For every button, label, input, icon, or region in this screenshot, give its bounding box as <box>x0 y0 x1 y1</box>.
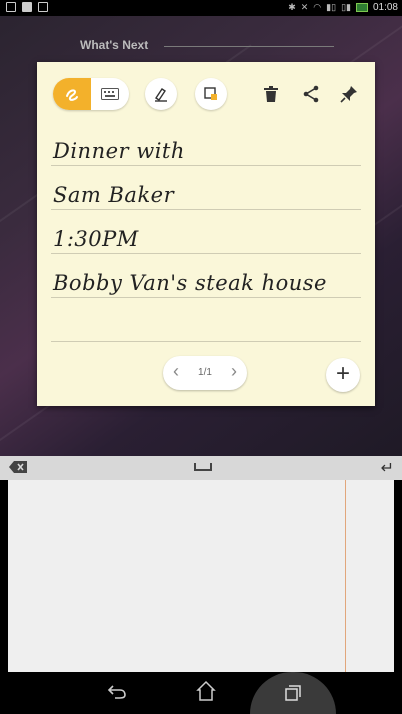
note-line: Sam Baker <box>51 166 361 210</box>
add-page-button[interactable]: + <box>326 358 360 392</box>
input-mode-toggle <box>53 78 129 110</box>
note-line: Bobby Van's steak house <box>51 254 361 298</box>
note-line <box>51 298 361 342</box>
share-button[interactable] <box>297 80 325 108</box>
color-picker-icon <box>204 87 217 100</box>
highlighter-icon <box>155 88 167 102</box>
note-line: 1:30PM <box>51 210 361 254</box>
note-line-text: Dinner with <box>53 139 185 163</box>
enter-icon: ↵ <box>380 460 394 477</box>
widget-divider <box>164 46 334 47</box>
handwriting-area-divider <box>345 480 346 672</box>
status-time: 01:08 <box>372 2 398 13</box>
pin-icon <box>340 86 357 103</box>
keyboard-icon <box>101 88 119 100</box>
bluetooth-icon: ✱ <box>288 2 296 12</box>
note-line-text: Sam Baker <box>53 183 175 207</box>
recent-apps-icon <box>285 685 301 701</box>
trash-icon <box>264 86 278 102</box>
next-page-icon[interactable]: › <box>231 361 237 382</box>
navigation-bar <box>0 672 402 714</box>
wifi-icon: ◠ <box>313 2 322 12</box>
recent-apps-button[interactable] <box>250 672 336 714</box>
note-line-text: Bobby Van's steak house <box>53 271 327 295</box>
space-key[interactable] <box>194 463 212 471</box>
system-icons: ✱ ✕ ◠ ▮▯ ▯▮ 01:08 <box>288 2 398 13</box>
quick-memo-note[interactable]: Dinner with Sam Baker 1:30PM Bobby Van's… <box>37 62 375 406</box>
enter-key[interactable]: ↵ <box>381 458 394 478</box>
sim2-signal-icon: ▯▮ <box>341 2 351 12</box>
handwriting-mode-button[interactable] <box>53 78 91 110</box>
handwriting-keyboard-toolbar: ↵ <box>0 456 402 480</box>
share-icon <box>303 85 319 103</box>
status-bar: ✱ ✕ ◠ ▮▯ ▯▮ 01:08 <box>0 0 402 16</box>
note-line-text: 1:30PM <box>53 227 139 251</box>
handwriting-input-area[interactable] <box>8 480 394 672</box>
home-button[interactable] <box>196 680 216 707</box>
whats-next-widget-title: What's Next <box>80 38 149 52</box>
page-navigator: ‹ 1/1 › <box>163 356 247 390</box>
pen-icon <box>66 89 78 101</box>
battery-icon <box>355 3 368 12</box>
note-line: Dinner with <box>51 122 361 166</box>
home-icon <box>196 680 216 701</box>
mail-notification-icon <box>38 2 48 12</box>
notification-icons <box>6 2 48 12</box>
mute-icon: ✕ <box>300 2 309 12</box>
delete-button[interactable] <box>257 80 285 108</box>
pin-button[interactable] <box>335 80 363 108</box>
backspace-icon <box>9 461 27 473</box>
keyboard-mode-button[interactable] <box>91 78 129 110</box>
color-picker-button[interactable] <box>195 78 227 110</box>
note-toolbar <box>37 62 375 122</box>
highlighter-button[interactable] <box>145 78 177 110</box>
calendar-notification-icon <box>6 2 16 12</box>
backspace-key[interactable] <box>8 460 28 479</box>
document-notification-icon <box>22 2 32 12</box>
back-icon <box>107 685 126 699</box>
back-button[interactable] <box>107 682 127 705</box>
sim1-signal-icon: ▮▯ <box>326 2 337 12</box>
